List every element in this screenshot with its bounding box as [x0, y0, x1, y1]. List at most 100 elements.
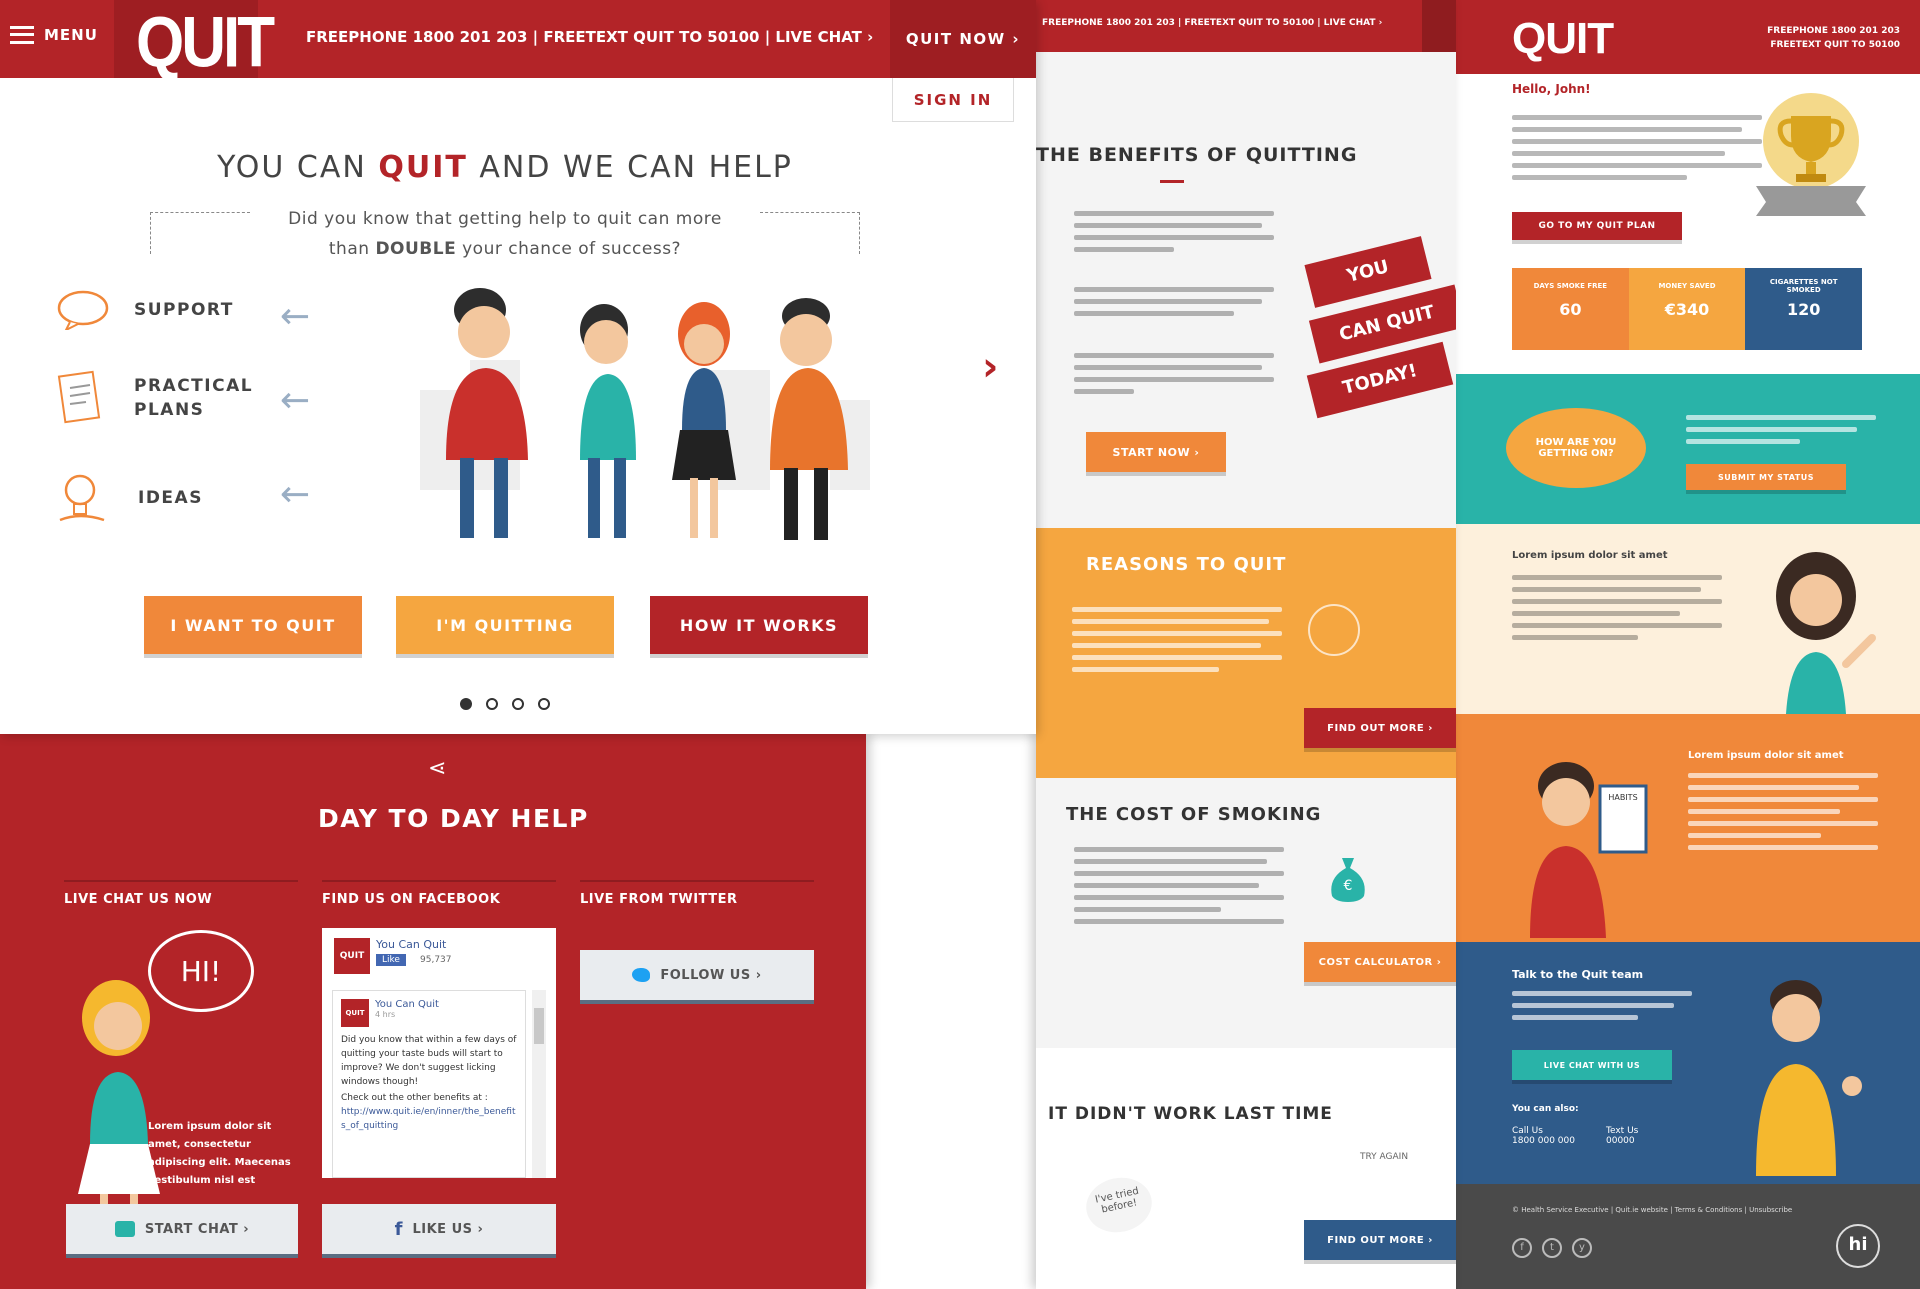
hero-title-accent: QUIT	[378, 150, 468, 185]
stat-money-saved: MONEY SAVED €340	[1628, 268, 1746, 350]
carousel-next-arrow[interactable]: ›	[982, 344, 998, 390]
fb-post-text-2: Check out the other benefits at :	[341, 1093, 488, 1103]
feature-support[interactable]: SUPPORT	[56, 290, 234, 330]
live-chat-column-title: LIVE CHAT US NOW	[64, 892, 213, 907]
dashboard-freephone: FREEPHONE 1800 201 203	[1767, 26, 1900, 36]
stat-days-smoke-free: DAYS SMOKE FREE 60	[1512, 268, 1629, 350]
call-us-number[interactable]: 1800 000 000	[1512, 1136, 1575, 1146]
reasons-find-out-more-button[interactable]: FIND OUT MORE ›	[1304, 708, 1456, 748]
didnt-work-title: IT DIDN'T WORK LAST TIME	[1048, 1104, 1333, 1124]
man-with-clipboard-illustration: HABITS	[1496, 748, 1666, 938]
you-can-also: You can also:	[1512, 1104, 1579, 1114]
twitter-icon[interactable]: t	[1542, 1238, 1562, 1258]
badge-label: 1 MONTH	[1780, 214, 1844, 228]
share-icon[interactable]: ⋖	[428, 756, 446, 781]
text-us-label: Text Us	[1606, 1126, 1639, 1136]
i-want-to-quit-button[interactable]: I WANT TO QUIT	[144, 596, 362, 654]
carousel-dots	[460, 698, 550, 710]
fb-page-logo: QUIT	[334, 938, 370, 974]
greeting: Hello, John!	[1512, 82, 1591, 96]
fb-post-time: 4 hrs	[375, 1010, 396, 1019]
how-it-works-button[interactable]: HOW IT WORKS	[650, 596, 868, 654]
panel-day-to-day: ⋖ DAY TO DAY HELP LIVE CHAT US NOW HI! L…	[0, 734, 866, 1289]
like-us-button[interactable]: f LIKE US ›	[322, 1204, 556, 1254]
greeting-text	[1512, 108, 1762, 187]
feature-practical-plans[interactable]: PRACTICAL PLANS	[56, 368, 252, 428]
money-bag-icon: €	[1328, 854, 1368, 902]
benefits-contact-bar[interactable]: FREEPHONE 1800 201 203 | FREETEXT QUIT T…	[1042, 18, 1382, 28]
dashboard-footer: © Health Service Executive | Quit.ie web…	[1456, 1184, 1920, 1289]
follow-us-button[interactable]: FOLLOW US ›	[580, 950, 814, 1000]
right-dashed-connector	[760, 212, 860, 254]
contact-bar[interactable]: FREEPHONE 1800 201 203 | FREETEXT QUIT T…	[306, 28, 873, 46]
fb-post-author[interactable]: You Can Quit	[375, 999, 439, 1010]
facebook-f-icon: f	[394, 1218, 403, 1240]
fb-like-button[interactable]: Like	[376, 954, 406, 966]
hero-title: YOU CAN QUIT AND WE CAN HELP	[217, 150, 793, 185]
lightbulb-icon	[59, 474, 105, 522]
clipboard-icon	[57, 370, 101, 424]
status-section: HOW ARE YOU GETTING ON? SUBMIT MY STATUS	[1456, 374, 1920, 524]
twitter-column-title: LIVE FROM TWITTER	[580, 892, 738, 907]
call-us-label: Call Us	[1512, 1126, 1543, 1136]
panel-benefits: FREEPHONE 1800 201 203 | FREETEXT QUIT T…	[1036, 0, 1456, 1289]
reasons-section: REASONS TO QUIT FIND OUT MORE ›	[1036, 528, 1456, 778]
benefits-section: THE BENEFITS OF QUITTING START NOW › YOU…	[1036, 52, 1456, 528]
benefits-header: FREEPHONE 1800 201 203 | FREETEXT QUIT T…	[1036, 0, 1456, 52]
fb-post: QUIT You Can Quit 4 hrs Did you know tha…	[332, 990, 526, 1178]
didnt-work-find-out-more-button[interactable]: FIND OUT MORE ›	[1304, 1220, 1456, 1260]
submit-status-button[interactable]: SUBMIT MY STATUS	[1686, 464, 1846, 490]
carousel-dot[interactable]	[486, 698, 498, 710]
how-are-you-bubble: HOW ARE YOU GETTING ON?	[1506, 408, 1646, 488]
panel-dashboard: QUIT FREEPHONE 1800 201 203 FREETEXT QUI…	[1456, 0, 1920, 1289]
footer-links[interactable]: © Health Service Executive | Quit.ie web…	[1512, 1206, 1792, 1214]
carousel-dot-active[interactable]	[460, 698, 472, 710]
svg-text:€: €	[1344, 878, 1353, 894]
fb-post-link[interactable]: http://www.quit.ie/en/inner/the_benefits…	[341, 1105, 517, 1133]
dashboard-logo[interactable]: QUIT	[1512, 14, 1614, 64]
quit-logo: QUIT	[136, 3, 275, 83]
carousel-dot[interactable]	[512, 698, 524, 710]
cost-calculator-button[interactable]: COST CALCULATOR ›	[1304, 942, 1456, 982]
cost-section: THE COST OF SMOKING € COST CALCULATOR ›	[1036, 778, 1456, 1048]
logo-block[interactable]: QUIT	[114, 0, 275, 82]
go-to-quit-plan-button[interactable]: GO TO MY QUIT PLAN	[1512, 212, 1682, 240]
quit-now-button[interactable]: QUIT NOW ›	[890, 0, 1036, 78]
didnt-work-section: IT DIDN'T WORK LAST TIME I've tried befo…	[1036, 1048, 1456, 1289]
menu-button[interactable]: MENU	[10, 26, 98, 44]
panel-home: MENU QUIT FREEPHONE 1800 201 203 | FREET…	[0, 0, 1036, 734]
lorem-section-1: Lorem ipsum dolor sit amet	[1456, 524, 1920, 714]
sign-in-button[interactable]: SIGN IN	[892, 78, 1014, 122]
reasons-title: REASONS TO QUIT	[1086, 554, 1287, 575]
chat-icon	[114, 1221, 135, 1237]
man-thumbs-up-illustration	[1726, 966, 1876, 1176]
youtube-icon[interactable]: y	[1572, 1238, 1592, 1258]
facebook-column-title: FIND US ON FACEBOOK	[322, 892, 501, 907]
hamburger-icon	[10, 26, 34, 44]
facebook-widget[interactable]: QUIT You Can Quit Like 95,737 QUIT You C…	[322, 928, 556, 1178]
hero-illustration	[410, 280, 890, 560]
facebook-icon[interactable]: f	[1512, 1238, 1532, 1258]
start-now-button[interactable]: START NOW ›	[1086, 432, 1226, 472]
fb-post-text: Did you know that within a few days of q…	[341, 1035, 517, 1087]
hse-logo: hi	[1836, 1224, 1880, 1268]
recover-seal-icon	[1308, 604, 1360, 656]
fb-scrollbar[interactable]	[532, 990, 546, 1178]
lorem-title-2: Lorem ipsum dolor sit amet	[1688, 750, 1844, 761]
text-us-number[interactable]: 00000	[1606, 1136, 1638, 1146]
day-to-day-title: DAY TO DAY HELP	[318, 804, 589, 833]
talk-title: Talk to the Quit team	[1512, 968, 1644, 981]
arrow-left-icon: ←	[280, 296, 311, 337]
start-chat-button[interactable]: START CHAT ›	[66, 1204, 298, 1254]
fb-page-name[interactable]: You Can Quit	[376, 938, 446, 951]
feature-ideas[interactable]: IDEAS	[56, 468, 203, 528]
im-quitting-button[interactable]: I'M QUITTING	[396, 596, 614, 654]
fb-post-avatar: QUIT	[341, 999, 369, 1027]
cost-title: THE COST OF SMOKING	[1066, 804, 1322, 825]
left-dashed-connector	[150, 212, 250, 254]
twitter-bird-icon	[632, 968, 651, 982]
live-chat-with-us-button[interactable]: LIVE CHAT WITH US	[1512, 1050, 1672, 1080]
you-can-quit-ribbon: YOU CAN QUIT TODAY!	[1304, 212, 1456, 432]
carousel-dot[interactable]	[538, 698, 550, 710]
dashboard-header: QUIT FREEPHONE 1800 201 203 FREETEXT QUI…	[1456, 0, 1920, 74]
